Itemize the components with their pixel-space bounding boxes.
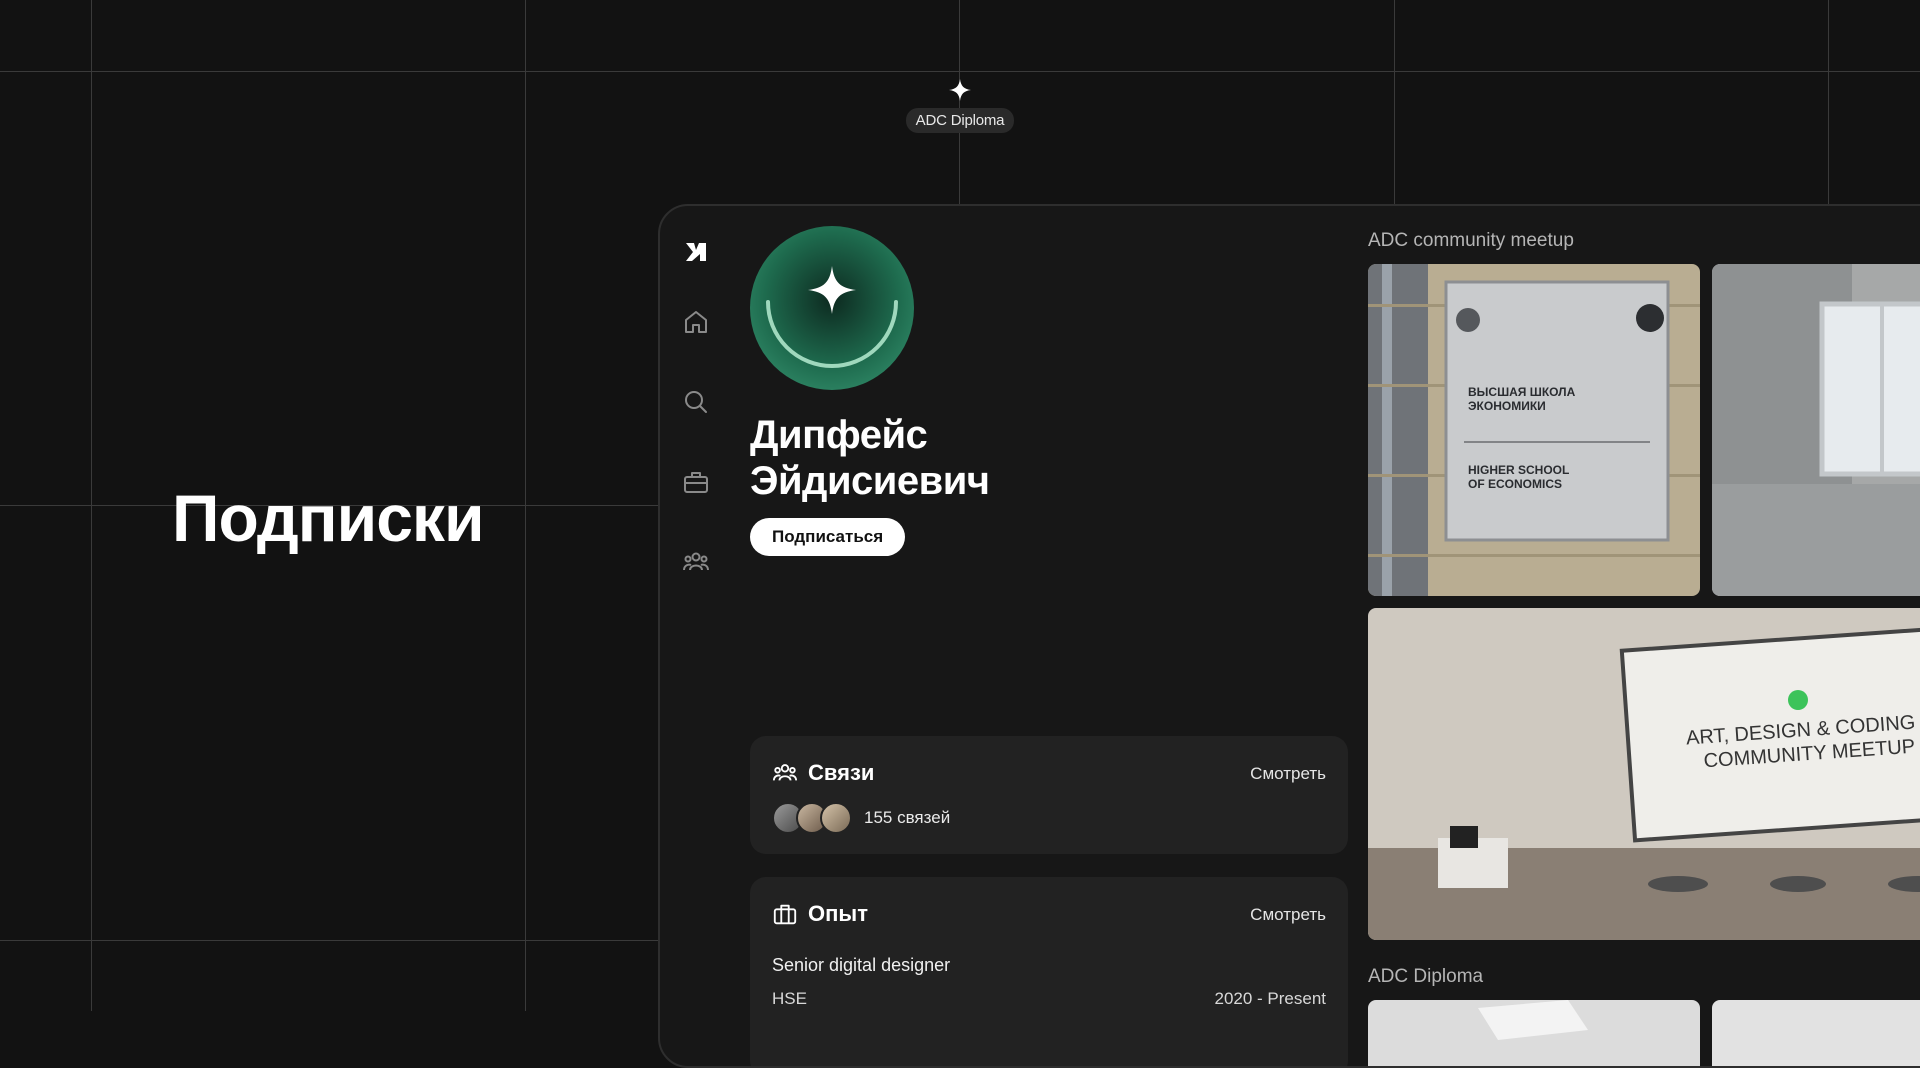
search-icon[interactable] <box>680 386 712 418</box>
connections-view-link[interactable]: Смотреть <box>1250 764 1326 784</box>
connections-title: Связи <box>808 760 875 785</box>
plaque-text: HIGHER SCHOOL <box>1468 463 1569 477</box>
grid-line <box>0 71 1920 72</box>
subscribe-button[interactable]: Подписаться <box>750 518 906 556</box>
diploma-badge[interactable]: ADC Diploma <box>905 78 1015 133</box>
logo-icon[interactable] <box>680 236 712 268</box>
gallery-photo-plaque[interactable]: ВЫСШАЯ ШКОЛА ЭКОНОМИКИ HIGHER SCHOOL OF … <box>1368 264 1700 596</box>
job-role: Senior digital designer <box>772 955 951 975</box>
briefcase-icon <box>773 904 797 925</box>
app-window: Дипфейс Эйдисиевич Подписаться Связи Смо… <box>658 204 1920 1068</box>
badge-label: ADC Diploma <box>905 108 1015 133</box>
experience-view-link[interactable]: Смотреть <box>1250 905 1326 925</box>
experience-card: Опыт Смотреть Senior digital designer HS… <box>750 877 1348 1066</box>
plaque-text: OF ECONOMICS <box>1468 477 1562 491</box>
avatar-sparkle-icon <box>766 266 898 368</box>
gallery-photo-room[interactable] <box>1712 264 1920 596</box>
briefcase-icon[interactable] <box>680 466 712 498</box>
connections-avatars[interactable]: 155 связей <box>772 802 950 834</box>
connections-count: 155 связей <box>864 808 951 827</box>
connections-card: Связи Смотреть 155 связей <box>750 736 1348 854</box>
home-icon[interactable] <box>680 306 712 338</box>
connections-header: Связи <box>772 760 874 786</box>
plaque-text: ЭКОНОМИКИ <box>1468 399 1546 413</box>
job-period: 2020 - Present <box>1214 989 1326 1008</box>
friend-avatar <box>820 802 852 834</box>
people-icon <box>772 764 798 781</box>
profile-name: Дипфейс Эйдисиевич <box>750 413 990 503</box>
sparkle-icon <box>949 79 971 101</box>
people-icon[interactable] <box>680 546 712 578</box>
plaque-text: ВЫСШАЯ ШКОЛА <box>1468 385 1576 399</box>
gallery-photo-diploma[interactable] <box>1712 1000 1920 1066</box>
experience-title: Опыт <box>808 901 868 926</box>
avatar <box>750 226 914 390</box>
hero-title: Подписки <box>172 481 485 555</box>
job-organization: HSE <box>772 989 807 1008</box>
experience-header: Опыт <box>772 901 868 927</box>
gallery-section-title: ADC community meetup <box>1368 230 1574 251</box>
sidebar <box>660 206 740 1066</box>
gallery-photo-meetup[interactable]: ART, DESIGN & CODING COMMUNITY MEETUP <box>1368 608 1920 940</box>
gallery-section-title: ADC Diploma <box>1368 966 1484 987</box>
gallery-photo-diploma[interactable] <box>1368 1000 1700 1066</box>
